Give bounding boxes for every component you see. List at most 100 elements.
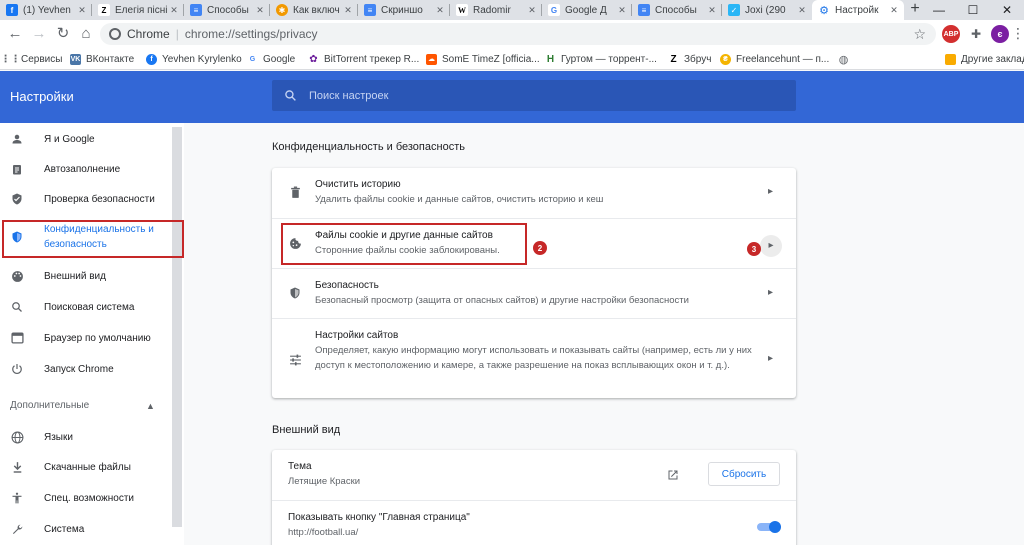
scrollbar[interactable]: [172, 127, 182, 527]
tab-label: Елегія пісні: [115, 4, 168, 16]
sidebar-item-appearance[interactable]: Внешний вид: [0, 263, 170, 289]
avatar[interactable]: є: [991, 25, 1009, 43]
tab[interactable]: f (1) Yevhen ✕: [0, 0, 92, 20]
tab-label: Скриншо: [381, 4, 423, 16]
close-icon[interactable]: ✕: [706, 5, 718, 16]
tab[interactable]: Z Елегія пісні ✕: [92, 0, 184, 20]
reload-button[interactable]: ↻: [54, 25, 72, 43]
bookmark-label: Google: [263, 53, 296, 65]
home-button[interactable]: ⌂: [77, 25, 95, 43]
bookmark-item[interactable]: H Гуртом — торрент-...: [545, 52, 657, 66]
bookmark-item[interactable]: ◍: [838, 52, 854, 66]
annotation-badge: 3: [747, 242, 761, 256]
open-in-new-icon[interactable]: [666, 468, 680, 482]
arrow-right-icon[interactable]: ▸: [768, 353, 773, 364]
bookmark-label: Yevhen Kyrylenko: [162, 53, 242, 65]
close-icon[interactable]: ✕: [434, 5, 446, 16]
annotation-badge: 2: [533, 241, 547, 255]
sidebar-section-advanced[interactable]: Дополнительные: [10, 400, 89, 411]
tab[interactable]: ✓ Joxi (290 ✕: [722, 0, 812, 20]
theme-row[interactable]: Тема Летящие Краски Сбросить: [272, 450, 796, 500]
sidebar-item-accessibility[interactable]: Спец. возможности: [0, 485, 170, 511]
sidebar-item-autofill[interactable]: Автозаполнение: [0, 156, 170, 182]
sidebar-item-you-and-google[interactable]: Я и Google: [0, 126, 170, 152]
home-button-toggle[interactable]: [757, 521, 781, 533]
close-icon[interactable]: ✕: [168, 5, 180, 16]
tab[interactable]: ≡ Способы ✕: [184, 0, 270, 20]
sidebar-item-label: Запуск Chrome: [44, 363, 114, 375]
sidebar-item-downloads[interactable]: Скачанные файлы: [0, 454, 170, 480]
clear-history-row[interactable]: Очистить историю Удалить файлы cookie и …: [272, 168, 796, 218]
bookmark-item[interactable]: ₴ Freelancehunt — п...: [720, 52, 829, 66]
tab[interactable]: W Radomir ✕: [450, 0, 542, 20]
arrow-right-icon[interactable]: ▸: [768, 287, 773, 298]
power-icon: [10, 362, 24, 376]
page-title: Настройки: [10, 89, 74, 104]
close-icon[interactable]: ✕: [888, 5, 900, 16]
divider: |: [175, 27, 179, 41]
sidebar-item-label: Языки: [44, 431, 73, 443]
bookmark-item[interactable]: f Yevhen Kyrylenko: [146, 52, 242, 66]
arrow-right-icon[interactable]: ▸: [760, 235, 782, 257]
star-icon[interactable]: ☆: [913, 26, 926, 43]
close-icon[interactable]: ✕: [616, 5, 628, 16]
tab[interactable]: ✱ Как включ ✕: [270, 0, 358, 20]
back-button[interactable]: ←: [6, 25, 24, 43]
bookmark-item[interactable]: VK ВКонтакте: [70, 52, 134, 66]
search-input[interactable]: Поиск настроек: [272, 80, 796, 111]
bookmark-label: Freelancehunt — п...: [736, 53, 830, 65]
tab-settings[interactable]: ⚙ Настройк ✕: [812, 0, 904, 20]
row-title: Тема: [288, 461, 312, 472]
arrow-right-icon[interactable]: ▸: [768, 186, 773, 197]
sidebar-item-safety-check[interactable]: Проверка безопасности: [0, 186, 170, 212]
close-icon[interactable]: ✕: [76, 5, 88, 16]
tab-label: Joxi (290: [745, 4, 786, 16]
sidebar-item-on-startup[interactable]: Запуск Chrome: [0, 356, 170, 382]
address-bar[interactable]: Chrome | chrome://settings/privacy ☆: [100, 23, 936, 45]
row-subtitle: Летящие Краски: [288, 476, 361, 487]
tab-label: Как включ: [293, 4, 340, 16]
close-icon[interactable]: ✕: [254, 5, 266, 16]
extensions-icon[interactable]: ✚: [967, 25, 985, 43]
soundcloud-icon: ☁: [426, 53, 437, 65]
bookmark-item[interactable]: ⋮⋮ Сервисы: [1, 52, 63, 66]
other-bookmarks[interactable]: Другие заклад: [945, 52, 1024, 66]
tab-strip: f (1) Yevhen ✕ Z Елегія пісні ✕ ≡ Способ…: [0, 0, 1024, 20]
sidebar-item-languages[interactable]: Языки: [0, 424, 170, 450]
tab[interactable]: G Google Д ✕: [542, 0, 632, 20]
forward-button[interactable]: →: [30, 25, 48, 43]
bookmark-label: BitTorrent трекер R...: [324, 53, 420, 65]
joxi-icon: ✓: [728, 4, 740, 16]
vk-icon: VK: [70, 53, 81, 65]
close-icon[interactable]: ✕: [526, 5, 538, 16]
close-window-button[interactable]: ✕: [990, 0, 1024, 20]
sidebar-item-system[interactable]: Система: [0, 516, 170, 542]
search-icon: [10, 300, 24, 314]
url-text[interactable]: chrome://settings/privacy: [185, 27, 318, 41]
tab[interactable]: ≡ Скриншо ✕: [358, 0, 450, 20]
close-icon[interactable]: ✕: [342, 5, 354, 16]
adblock-icon[interactable]: ABP: [942, 25, 960, 43]
home-button-row[interactable]: Показывать кнопку "Главная страница" htt…: [272, 500, 796, 545]
shield-check-icon: [10, 192, 24, 206]
bookmark-item[interactable]: ✿ BitTorrent трекер R...: [308, 52, 419, 66]
bookmark-label: Збруч: [684, 53, 712, 65]
minimize-button[interactable]: —: [922, 0, 956, 20]
sidebar-item-search-engine[interactable]: Поисковая система: [0, 294, 170, 320]
menu-icon[interactable]: ⋮: [1011, 24, 1024, 42]
trash-icon: [288, 185, 302, 199]
bookmark-item[interactable]: G Google: [247, 52, 295, 66]
reset-theme-button[interactable]: Сбросить: [708, 462, 780, 486]
tab[interactable]: ≡ Способы ✕: [632, 0, 722, 20]
folder-icon: [945, 53, 956, 65]
sidebar-item-label: Браузер по умолчанию: [44, 332, 151, 344]
close-icon[interactable]: ✕: [796, 5, 808, 16]
sidebar-item-default-browser[interactable]: Браузер по умолчанию: [0, 325, 170, 351]
row-subtitle: Безопасный просмотр (защита от опасных с…: [315, 295, 689, 306]
security-row[interactable]: Безопасность Безопасный просмотр (защита…: [272, 268, 796, 318]
bookmark-item[interactable]: ☁ SomE TimeZ [officia...: [426, 52, 540, 66]
maximize-button[interactable]: ☐: [956, 0, 990, 20]
bookmark-item[interactable]: Z Збруч: [668, 52, 711, 66]
chevron-up-icon[interactable]: ▲: [146, 401, 155, 411]
site-settings-row[interactable]: Настройки сайтов Определяет, какую инфор…: [272, 318, 796, 398]
